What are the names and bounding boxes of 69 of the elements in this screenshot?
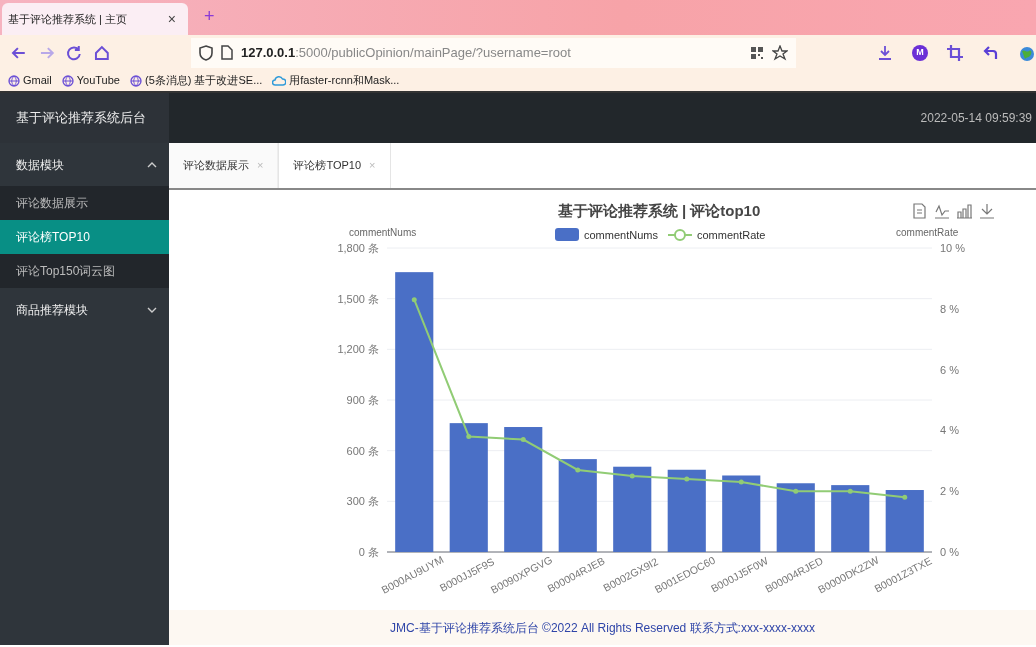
axis-label: 1,500 条 — [337, 292, 379, 305]
data-point — [684, 476, 690, 482]
qr-code-icon[interactable] — [750, 45, 764, 60]
chevron-icon — [147, 306, 157, 313]
page-icon — [220, 45, 233, 60]
data-view-icon[interactable] — [913, 203, 926, 219]
clock: 2022-05-14 09:59:39 — [920, 110, 1032, 127]
bookmark-link[interactable]: YouTube — [76, 72, 120, 89]
bar — [831, 485, 870, 552]
download-icon[interactable] — [979, 203, 995, 219]
legend-label[interactable]: commentRate — [696, 229, 766, 241]
crop-icon[interactable] — [946, 43, 964, 62]
bar — [776, 483, 815, 552]
footer-text: JMC-基于评论推荐系统后台 ©2022 All Rights Reserved 联系方式:xxx-xxxx-xxxx — [390, 619, 815, 637]
download-icon[interactable] — [876, 43, 894, 62]
menu-item[interactable]: 评论Top150词云图 — [0, 254, 169, 288]
undo-icon[interactable] — [982, 43, 1000, 62]
data-point — [629, 473, 635, 479]
menu-item[interactable]: 评论榜TOP10 — [0, 220, 169, 254]
bar-chart-icon[interactable] — [956, 204, 973, 219]
browser-tab[interactable]: 基于评论推荐系统 | 主页 × — [2, 3, 188, 35]
line-chart-icon[interactable] — [934, 204, 950, 219]
data-point — [902, 494, 908, 500]
data-point — [466, 434, 472, 439]
home-icon[interactable] — [93, 43, 111, 62]
star-icon[interactable] — [772, 44, 788, 61]
data-point — [411, 297, 417, 303]
axis-label: 900 条 — [346, 394, 379, 406]
data-point — [575, 467, 581, 473]
tab-title: 基于评论推荐系统 | 主页 — [8, 11, 127, 27]
cloud-icon — [272, 75, 287, 86]
data-point — [520, 437, 526, 442]
axis-label: 4 % — [940, 424, 959, 437]
legend-swatch[interactable] — [666, 229, 693, 241]
chart-title: 基于评论推荐系统 | 评论top10 — [557, 202, 761, 219]
shield-icon — [198, 44, 213, 61]
url-text: 127.0.0.1:5000/publicOpinion/mainPage/?username=root — [240, 43, 572, 62]
axis-label: 300 条 — [346, 495, 379, 508]
axis-label: 10 % — [940, 242, 966, 254]
bar — [885, 490, 924, 552]
page-tab[interactable]: 评论榜TOP10 × — [278, 143, 391, 188]
legend-swatch[interactable] — [555, 228, 579, 241]
address-bar[interactable]: 127.0.0.1:5000/publicOpinion/mainPage/?username=root — [190, 37, 796, 68]
bookmark-link[interactable]: (5条消息) 基于改进SE... — [144, 72, 263, 89]
axis-label: 0 条 — [358, 546, 379, 558]
axis-label: 6 % — [940, 363, 959, 376]
axis-title: commentNums — [349, 227, 417, 238]
bookmark-link[interactable]: 用faster-rcnn和Mask... — [289, 72, 400, 89]
axis-label: 8 % — [940, 302, 959, 315]
page-tab[interactable]: 评论数据展示 × — [169, 143, 279, 188]
reload-icon[interactable] — [65, 43, 84, 62]
chevron-icon — [147, 161, 157, 168]
axis-title: commentRate — [896, 227, 959, 238]
data-point — [738, 479, 744, 485]
axis-label: 1,800 条 — [337, 242, 379, 254]
profile-badge[interactable]: M — [912, 44, 928, 61]
data-point — [847, 488, 853, 494]
globe-icon — [8, 74, 20, 87]
data-point — [793, 488, 799, 494]
legend-label[interactable]: commentNums — [584, 229, 658, 241]
axis-label: 1,200 条 — [337, 343, 379, 356]
globe-icon — [129, 74, 142, 87]
menu-item[interactable]: 评论数据展示 — [0, 186, 169, 220]
close-button[interactable]: × — [161, 7, 182, 31]
bookmark-link[interactable]: Gmail — [23, 72, 52, 89]
axis-label: 600 条 — [346, 444, 379, 457]
globe-icon — [61, 74, 74, 87]
axis-label: 0 % — [940, 546, 959, 558]
axis-label: 2 % — [940, 485, 959, 498]
